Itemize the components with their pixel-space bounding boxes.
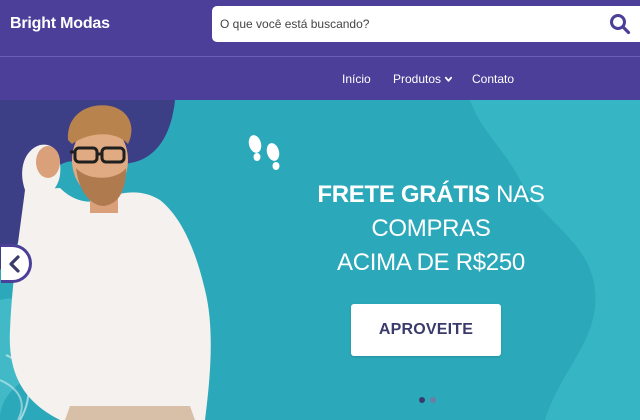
nav-item-label: Início bbox=[342, 72, 371, 86]
top-bar: Bright Modas bbox=[0, 0, 640, 56]
nav-item-label: Produtos bbox=[393, 72, 442, 86]
search-icon bbox=[610, 14, 631, 35]
chevron-left-icon bbox=[9, 254, 20, 273]
nav-item-label: Contato bbox=[472, 72, 515, 86]
hero-banner: FRETE GRÁTIS NAS COMPRAS ACIMA DE R$250 … bbox=[0, 100, 640, 420]
brand-logo[interactable]: Bright Modas bbox=[10, 15, 110, 33]
carousel-dot[interactable] bbox=[430, 397, 436, 403]
nav-item-contact[interactable]: Contato bbox=[472, 72, 514, 86]
footprints-icon bbox=[248, 135, 280, 170]
search-input[interactable] bbox=[212, 6, 592, 42]
chevron-down-icon bbox=[444, 76, 453, 82]
carousel-dots bbox=[419, 397, 436, 403]
aproveite-button[interactable]: APROVEITE bbox=[351, 304, 501, 356]
nav-item-products[interactable]: Produtos bbox=[393, 72, 453, 86]
main-nav: Início Produtos Contato bbox=[0, 57, 640, 100]
headline-line-2: ACIMA DE R$250 bbox=[337, 249, 525, 276]
headline-bold: FRETE GRÁTIS bbox=[317, 181, 490, 208]
banner-headline: FRETE GRÁTIS NAS COMPRAS ACIMA DE R$250 bbox=[276, 178, 586, 280]
headline-line-1: FRETE GRÁTIS NAS COMPRAS bbox=[276, 178, 586, 246]
carousel-dot-active[interactable] bbox=[419, 397, 425, 403]
search-button[interactable] bbox=[600, 6, 640, 42]
search-box bbox=[212, 6, 640, 42]
nav-item-home[interactable]: Início bbox=[342, 72, 371, 86]
